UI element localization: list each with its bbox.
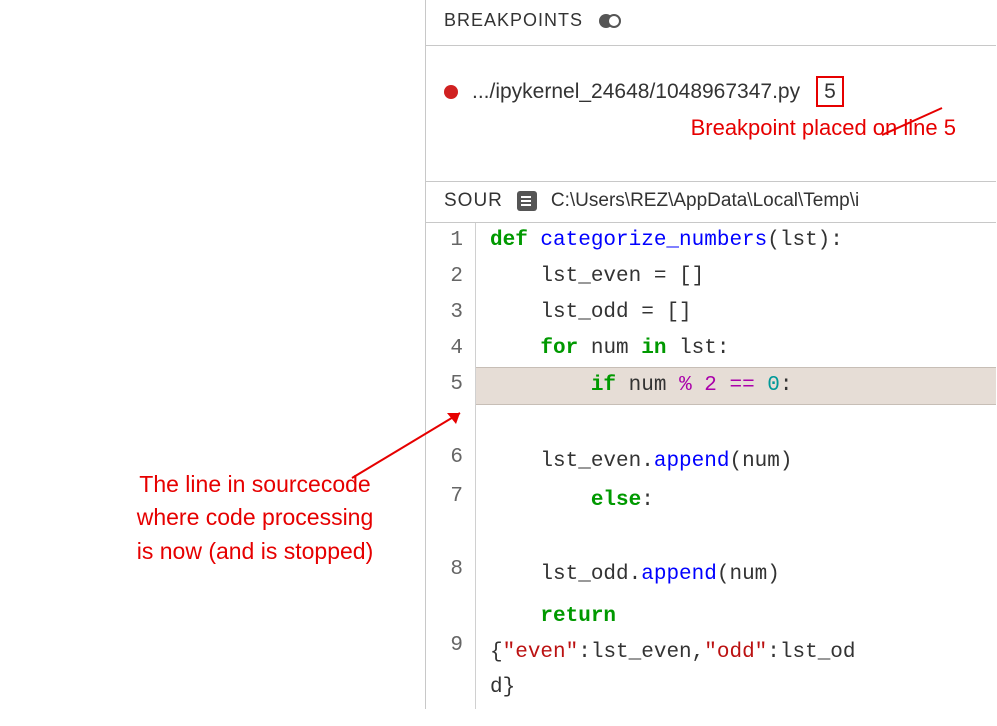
gutter-line-7[interactable]: 7 [426, 479, 463, 515]
breakpoint-item[interactable]: .../ipykernel_24648/1048967347.py 5 [444, 76, 986, 107]
code-line-1[interactable]: def categorize_numbers(lst): [490, 223, 996, 259]
gutter-line-6[interactable]: 6 [426, 403, 463, 479]
breakpoints-title: BREAKPOINTS [444, 10, 583, 31]
breakpoint-path[interactable]: .../ipykernel_24648/1048967347.py [472, 80, 800, 104]
gutter-line-2[interactable]: 2 [426, 259, 463, 295]
breakpoint-line-number[interactable]: 5 [816, 76, 844, 107]
gutter-line-5[interactable]: 5 [426, 367, 463, 403]
code-line-8[interactable]: lst_odd.append(num) [490, 519, 996, 596]
code-line-6[interactable]: lst_even.append(num) [490, 405, 996, 482]
code-line-4[interactable]: for num in lst: [490, 331, 996, 367]
gutter-line-3[interactable]: 3 [426, 295, 463, 331]
breakpoints-list: .../ipykernel_24648/1048967347.py 5 Brea… [426, 46, 996, 181]
source-path[interactable]: C:\Users\REZ\AppData\Local\Temp\i [551, 190, 859, 212]
toggle-breakpoints-icon[interactable] [599, 13, 621, 29]
breakpoint-dot-icon [444, 85, 458, 99]
code-column: def categorize_numbers(lst): lst_even = … [476, 223, 996, 709]
code-line-3[interactable]: lst_odd = [] [490, 295, 996, 331]
source-title: SOUR [444, 190, 503, 212]
code-line-2[interactable]: lst_even = [] [490, 259, 996, 295]
file-icon[interactable] [517, 191, 537, 211]
gutter: 1 2 3 4 5 6 7 8 9 [426, 223, 476, 709]
code-line-9[interactable]: return{"even":lst_even,"odd":lst_odd} [490, 596, 996, 709]
gutter-line-4[interactable]: 4 [426, 331, 463, 367]
code-line-5-current[interactable]: if num % 2 == 0: [476, 367, 996, 405]
debugger-panel: BREAKPOINTS .../ipykernel_24648/10489673… [425, 0, 996, 709]
gutter-line-8[interactable]: 8 [426, 515, 463, 591]
source-header: SOUR C:\Users\REZ\AppData\Local\Temp\i [426, 181, 996, 223]
gutter-line-9[interactable]: 9 [426, 591, 463, 667]
gutter-line-1[interactable]: 1 [426, 223, 463, 259]
code-line-7[interactable]: else: [490, 483, 996, 519]
breakpoints-header[interactable]: BREAKPOINTS [426, 0, 996, 46]
code-editor[interactable]: 1 2 3 4 5 6 7 8 9 def categorize_numbers… [426, 223, 996, 709]
annotation-breakpoint-label: Breakpoint placed on line 5 [444, 107, 986, 141]
annotation-current-line: The line in sourcecode where code proces… [90, 468, 420, 568]
